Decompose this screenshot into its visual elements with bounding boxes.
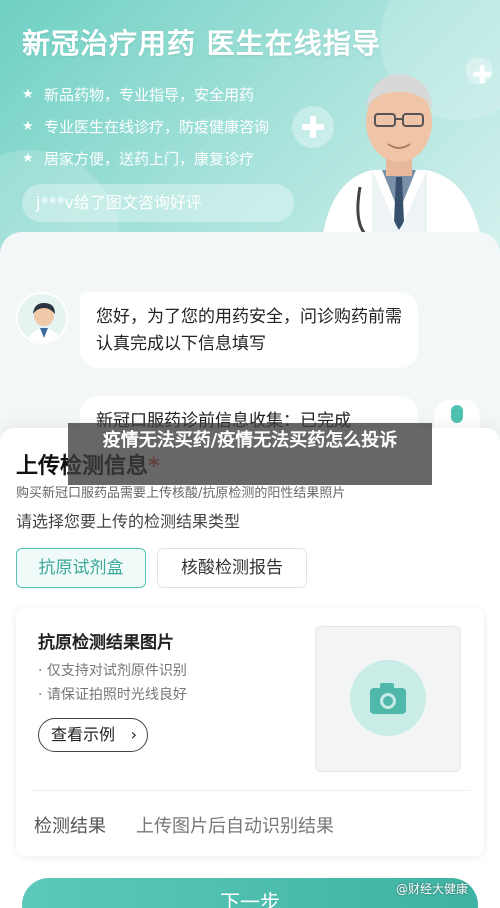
panel-prompt: 请选择您要上传的检测结果类型 — [16, 512, 241, 531]
result-value: 上传图片后自动识别结果 — [136, 816, 334, 837]
microphone-icon — [451, 405, 463, 423]
star-icon: ★ — [22, 118, 34, 134]
voice-input-button[interactable] — [434, 400, 480, 430]
card-tip: · 请保证拍照时光线良好 — [38, 687, 187, 703]
banner-feature-label: 专业医生在线诊疗，防疫健康咨询 — [44, 117, 270, 136]
banner-feature-label: 新品药物，专业指导，安全用药 — [44, 85, 255, 104]
card-tip: · 仅支持对试剂原件识别 — [38, 663, 187, 679]
view-example-label: 查看示例 — [51, 725, 116, 744]
review-ticker: j***v给了图文咨询好评 — [22, 184, 294, 222]
view-example-button[interactable]: 查看示例 › — [38, 718, 148, 752]
result-label: 检测结果 — [34, 816, 106, 837]
star-icon: ★ — [22, 86, 34, 102]
banner-title: 新冠治疗用药 医生在线指导 — [22, 27, 381, 60]
headline-overlay: 疫情无法买药/疫情无法买药怎么投诉 — [68, 423, 432, 485]
watermark: @财经大健康 — [396, 882, 469, 896]
card-title: 抗原检测结果图片 — [38, 633, 174, 653]
chat-message: 您好，为了您的用药安全，问诊购药前需认真完成以下信息填写 — [80, 292, 418, 368]
banner-feature: ★ 居家方便，送药上门，康复诊疗 — [22, 142, 269, 174]
tab-antigen-kit[interactable]: 抗原试剂盒 — [16, 548, 146, 588]
banner-feature-list: ★ 新品药物，专业指导，安全用药 ★ 专业医生在线诊疗，防疫健康咨询 ★ 居家方… — [22, 78, 269, 174]
star-icon: ★ — [22, 150, 34, 166]
camera-icon — [370, 683, 406, 714]
doctor-avatar — [16, 292, 68, 344]
banner-feature: ★ 新品药物，专业指导，安全用药 — [22, 78, 269, 110]
divider — [30, 790, 470, 791]
banner-feature-label: 居家方便，送药上门，康复诊疗 — [44, 149, 255, 168]
tab-nucleic-acid-report[interactable]: 核酸检测报告 — [157, 548, 307, 588]
chevron-right-icon: › — [130, 725, 137, 744]
camera-button[interactable] — [350, 660, 426, 736]
banner-feature: ★ 专业医生在线诊疗，防疫健康咨询 — [22, 110, 269, 142]
